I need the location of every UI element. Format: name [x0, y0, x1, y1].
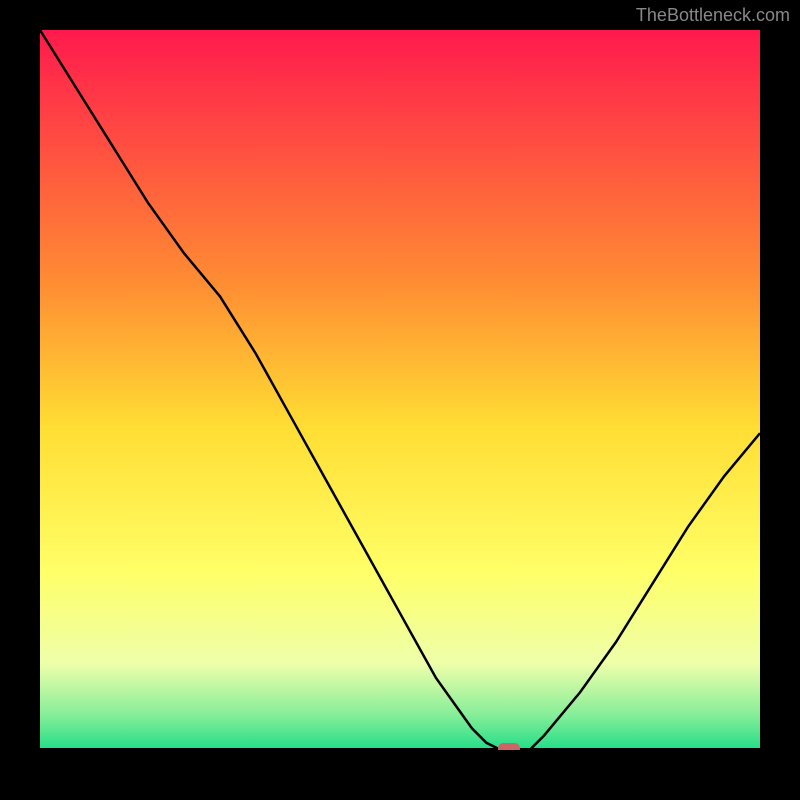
- border-right: [760, 0, 800, 800]
- chart-area: [40, 30, 760, 750]
- border-left: [0, 0, 40, 800]
- attribution-text: TheBottleneck.com: [636, 5, 790, 26]
- chart-container: TheBottleneck.com: [0, 0, 800, 800]
- bottleneck-curve: [40, 30, 760, 750]
- optimal-marker: [498, 743, 520, 750]
- border-bottom: [0, 750, 800, 800]
